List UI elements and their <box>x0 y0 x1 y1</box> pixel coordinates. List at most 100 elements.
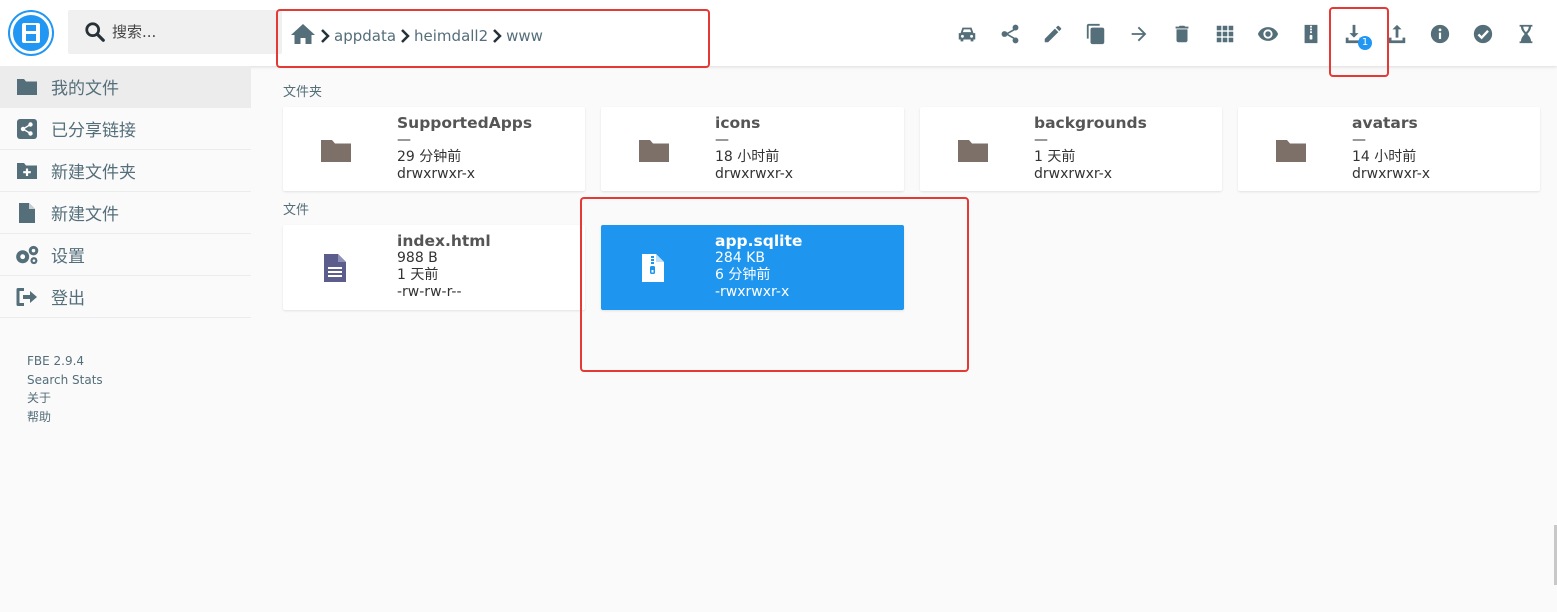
help-link[interactable]: 帮助 <box>27 408 103 427</box>
zip-file-icon <box>642 254 664 282</box>
pencil-icon <box>1044 25 1061 43</box>
chevron-right-icon <box>321 29 330 43</box>
version-label: FBE 2.9.4 <box>27 354 85 368</box>
file-modified: 1 天前 <box>397 267 439 283</box>
folder-card[interactable]: avatars — 14 小时前 drwxrwxr-x <box>1238 107 1540 191</box>
file-name: index.html <box>397 232 491 250</box>
folder-name: SupportedApps <box>397 114 533 132</box>
folder-card[interactable]: icons — 18 小时前 drwxrwxr-x <box>601 107 904 191</box>
folder-icon <box>321 140 351 162</box>
copy-icon <box>1086 23 1104 45</box>
folder-plus-icon <box>14 158 40 184</box>
about-link[interactable]: 关于 <box>27 389 103 408</box>
sidebar-item-settings[interactable]: 设置 <box>0 234 251 276</box>
folder-card[interactable]: backgrounds — 1 天前 drwxrwxr-x <box>920 107 1222 191</box>
sidebar-item-label: 已分享链接 <box>51 121 136 141</box>
grid-icon <box>1216 25 1233 43</box>
toolbar-switch-view-button[interactable] <box>945 14 988 54</box>
file-icon <box>14 200 40 226</box>
toolbar-delete-button[interactable] <box>1160 14 1203 54</box>
toolbar-upload-button[interactable] <box>1375 14 1418 54</box>
breadcrumb-item[interactable]: heimdall2 <box>400 27 488 45</box>
file-name: app.sqlite <box>715 232 803 250</box>
sidebar-item-shared-links[interactable]: 已分享链接 <box>0 108 251 150</box>
toolbar-share-button[interactable] <box>988 14 1031 54</box>
folder-permissions: drwxrwxr-x <box>1352 166 1431 182</box>
breadcrumb-item[interactable]: appdata <box>320 27 396 45</box>
toolbar-rename-button[interactable] <box>1031 14 1074 54</box>
sidebar-item-new-file[interactable]: 新建文件 <box>0 192 251 234</box>
folders-section-label: 文件夹 <box>283 85 323 100</box>
folder-name: icons <box>715 114 761 132</box>
chevron-right-icon <box>401 29 410 43</box>
share-icon <box>1001 24 1018 44</box>
toolbar-view-mode-button[interactable] <box>1203 14 1246 54</box>
archive-icon <box>1304 24 1317 44</box>
home-icon[interactable] <box>290 23 316 49</box>
credits: FBE 2.9.4 Search Stats 关于 帮助 <box>27 352 103 426</box>
logout-icon <box>14 284 40 310</box>
folder-permissions: drwxrwxr-x <box>397 166 476 182</box>
folder-modified: 14 小时前 <box>1352 149 1417 165</box>
search-stats-link[interactable]: Search Stats <box>27 371 103 390</box>
breadcrumb-label: appdata <box>334 27 397 45</box>
sidebar-item-label: 新建文件夹 <box>51 163 136 183</box>
search-input[interactable] <box>112 18 272 46</box>
toolbar-info-button[interactable] <box>1418 14 1461 54</box>
folder-icon <box>1276 140 1306 162</box>
sidebar: 我的文件 已分享链接 新建文件夹 新建文件 设置 登出 <box>0 66 251 318</box>
folder-icon <box>14 74 40 100</box>
files-section-label: 文件 <box>283 203 310 218</box>
toolbar-pending-button[interactable] <box>1504 14 1547 54</box>
trash-icon <box>1175 25 1188 43</box>
sidebar-item-label: 设置 <box>51 247 85 267</box>
search-bar[interactable] <box>68 10 282 54</box>
header: appdata heimdall2 www <box>0 0 1557 77</box>
search-icon <box>85 22 105 42</box>
sidebar-item-label: 新建文件 <box>51 205 119 225</box>
eye-icon <box>1257 27 1278 41</box>
sidebar-item-label: 登出 <box>51 289 85 309</box>
file-card[interactable]: index.html 988 B 1 天前 -rw-rw-r-- <box>283 225 585 310</box>
breadcrumb-label: heimdall2 <box>414 27 489 45</box>
folder-size: — <box>397 132 411 148</box>
share-square-icon <box>14 116 40 142</box>
sidebar-item-label: 我的文件 <box>51 79 119 99</box>
chevron-right-icon <box>493 29 502 43</box>
breadcrumb: appdata heimdall2 www <box>290 22 543 50</box>
toolbar-copy-button[interactable] <box>1074 14 1117 54</box>
folder-permissions: drwxrwxr-x <box>715 166 794 182</box>
folder-size: — <box>1034 132 1048 148</box>
folder-card[interactable]: SupportedApps — 29 分钟前 drwxrwxr-x <box>283 107 585 191</box>
upload-icon <box>1388 24 1405 44</box>
folder-icon <box>639 140 669 162</box>
folder-size: — <box>715 132 729 148</box>
car-icon <box>958 27 975 42</box>
folder-modified: 29 分钟前 <box>397 149 462 165</box>
hourglass-icon <box>1519 24 1532 44</box>
toolbar-download-button[interactable]: 1 <box>1332 14 1375 54</box>
sidebar-item-logout[interactable]: 登出 <box>0 276 251 318</box>
breadcrumb-item[interactable]: www <box>492 27 543 45</box>
toolbar-move-button[interactable] <box>1117 14 1160 54</box>
file-size: 284 KB <box>715 250 765 266</box>
folder-name: avatars <box>1352 114 1418 132</box>
sidebar-item-new-folder[interactable]: 新建文件夹 <box>0 150 251 192</box>
file-size: 988 B <box>397 250 438 266</box>
folder-modified: 18 小时前 <box>715 149 780 165</box>
file-permissions: -rw-rw-r-- <box>397 284 462 300</box>
sidebar-item-my-files[interactable]: 我的文件 <box>0 66 251 108</box>
file-modified: 6 分钟前 <box>715 267 771 283</box>
document-icon <box>324 254 346 282</box>
toolbar-archive-button[interactable] <box>1289 14 1332 54</box>
file-permissions: -rwxrwxr-x <box>715 284 790 300</box>
file-card-selected[interactable]: app.sqlite 284 KB 6 分钟前 -rwxrwxr-x <box>601 225 904 310</box>
toolbar-preview-button[interactable] <box>1246 14 1289 54</box>
gears-icon <box>14 242 40 268</box>
folder-modified: 1 天前 <box>1034 149 1076 165</box>
app-logo[interactable] <box>10 12 52 54</box>
folder-size: — <box>1352 132 1366 148</box>
folder-name: backgrounds <box>1034 114 1147 132</box>
toolbar-select-button[interactable] <box>1461 14 1504 54</box>
breadcrumb-label: www <box>506 27 543 45</box>
